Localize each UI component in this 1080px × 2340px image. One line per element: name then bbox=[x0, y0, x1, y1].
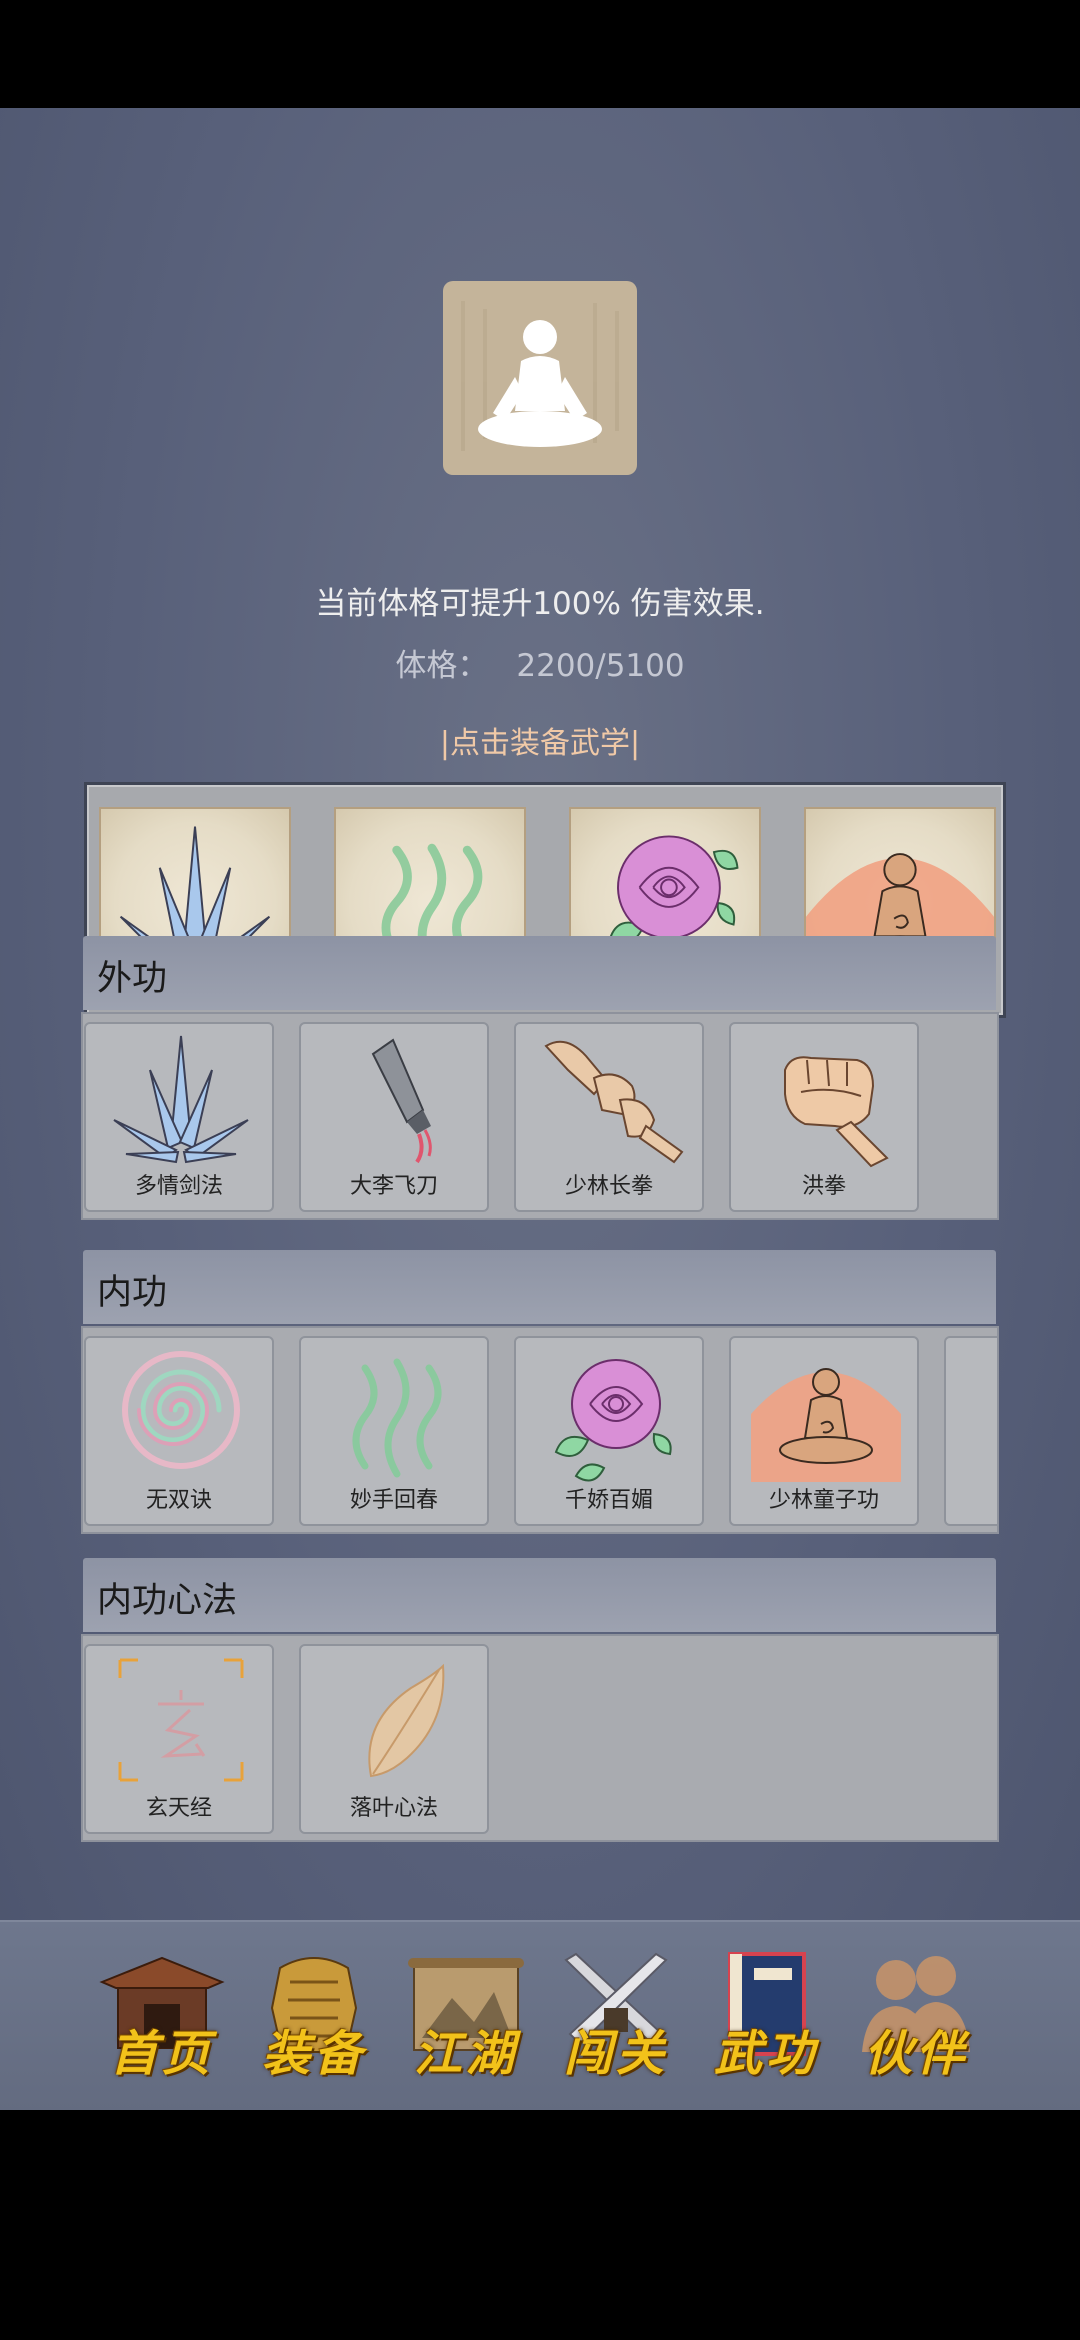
meditating-figure-icon bbox=[461, 301, 619, 451]
martial-arts-screen: 当前体格可提升100% 伤害效果. 体格： 2200/5100 |点击装备武学| bbox=[0, 108, 1080, 2110]
nav-partners[interactable]: 伙伴 bbox=[852, 1948, 980, 2084]
skill-card-qianjiao[interactable]: 千娇百媚 bbox=[514, 1336, 704, 1526]
nav-label: 武功 bbox=[713, 2026, 818, 2082]
skill-card-wushuang[interactable]: 无双诀 bbox=[84, 1336, 274, 1526]
nav-label: 伙伴 bbox=[863, 2026, 968, 2082]
nav-jianghu[interactable]: 江湖 bbox=[402, 1948, 530, 2084]
fist-icon bbox=[784, 1056, 889, 1168]
damage-boost-text: 当前体格可提升100% 伤害效果. bbox=[315, 586, 765, 622]
internal-skills-list: 无双诀 妙手回春 千娇百媚 少林童子功 bbox=[81, 1326, 999, 1534]
nav-label: 江湖 bbox=[413, 2026, 518, 2082]
section-header-mind: 内功心法 bbox=[83, 1558, 996, 1632]
nav-challenge[interactable]: 闯关 bbox=[552, 1948, 680, 2084]
nav-label: 首页 bbox=[109, 2026, 214, 2082]
bottom-nav: 首页 装备 江湖 闯关 武功 伙伴 bbox=[0, 1920, 1080, 2110]
section-header-internal: 内功 bbox=[83, 1250, 996, 1324]
skill-label: 无双诀 bbox=[145, 1488, 212, 1513]
physique-value: 2200/5100 bbox=[516, 648, 685, 684]
skill-label: 落叶心法 bbox=[349, 1796, 438, 1821]
mind-skills-list: 玄天经 落叶心法 bbox=[81, 1634, 999, 1842]
nav-home[interactable]: 首页 bbox=[98, 1948, 226, 2084]
skill-label: 多情剑法 bbox=[134, 1174, 223, 1199]
skill-label: 洪拳 bbox=[801, 1174, 846, 1199]
skill-label: 少林长拳 bbox=[564, 1174, 653, 1199]
nav-label: 闯关 bbox=[563, 2026, 668, 2082]
skill-label: 妙手回春 bbox=[349, 1488, 438, 1513]
skill-card-miaoshou[interactable]: 妙手回春 bbox=[299, 1336, 489, 1526]
spiral-icon bbox=[122, 1351, 240, 1469]
skill-label: 大李飞刀 bbox=[349, 1174, 438, 1199]
skill-label: 玄天经 bbox=[145, 1796, 212, 1821]
nav-equipment[interactable]: 装备 bbox=[250, 1948, 378, 2084]
flying-knife-icon bbox=[371, 1038, 432, 1164]
rose-icon bbox=[554, 1359, 672, 1482]
section-title-external: 外功 bbox=[97, 959, 168, 999]
external-skills-list: 多情剑法 大李飞刀 少林长拳 洪拳 bbox=[81, 1012, 999, 1220]
section-header-external: 外功 bbox=[83, 936, 996, 1010]
physique-label: 体格： bbox=[395, 648, 489, 684]
skill-card-luoye[interactable]: 落叶心法 bbox=[299, 1644, 489, 1834]
meditation-avatar bbox=[443, 281, 637, 475]
skill-card-xuantian[interactable]: 玄天经 bbox=[84, 1644, 274, 1834]
skill-card-flying-knife[interactable]: 大李飞刀 bbox=[299, 1022, 489, 1212]
section-title-internal: 内功 bbox=[97, 1273, 168, 1313]
physique-stat: 体格： 2200/5100 bbox=[0, 640, 1080, 685]
section-title-mind: 内功心法 bbox=[97, 1581, 238, 1621]
skill-card-shaolin-long-fist[interactable]: 少林长拳 bbox=[514, 1022, 704, 1212]
green-aura-icon bbox=[352, 1358, 442, 1478]
meditating-monk-icon bbox=[751, 1368, 901, 1482]
skill-label: 千娇百媚 bbox=[564, 1488, 653, 1513]
skill-card-duoqing-sword[interactable]: 多情剑法 bbox=[84, 1022, 274, 1212]
crystal-blades-icon bbox=[113, 1035, 249, 1164]
skill-label: 少林童子功 bbox=[768, 1488, 879, 1513]
leaf-icon bbox=[368, 1663, 445, 1778]
hands-fist-icon bbox=[544, 1040, 684, 1164]
skill-card-hong-fist[interactable]: 洪拳 bbox=[729, 1022, 919, 1212]
skill-card-partial[interactable] bbox=[944, 1336, 997, 1526]
xuan-glyph-icon bbox=[118, 1658, 244, 1782]
skill-card-shaolin-tongzi[interactable]: 少林童子功 bbox=[729, 1336, 919, 1526]
nav-label: 装备 bbox=[261, 2026, 366, 2082]
equip-skill-hint[interactable]: |点击装备武学| bbox=[0, 718, 1080, 762]
nav-martial-arts[interactable]: 武功 bbox=[702, 1948, 830, 2084]
